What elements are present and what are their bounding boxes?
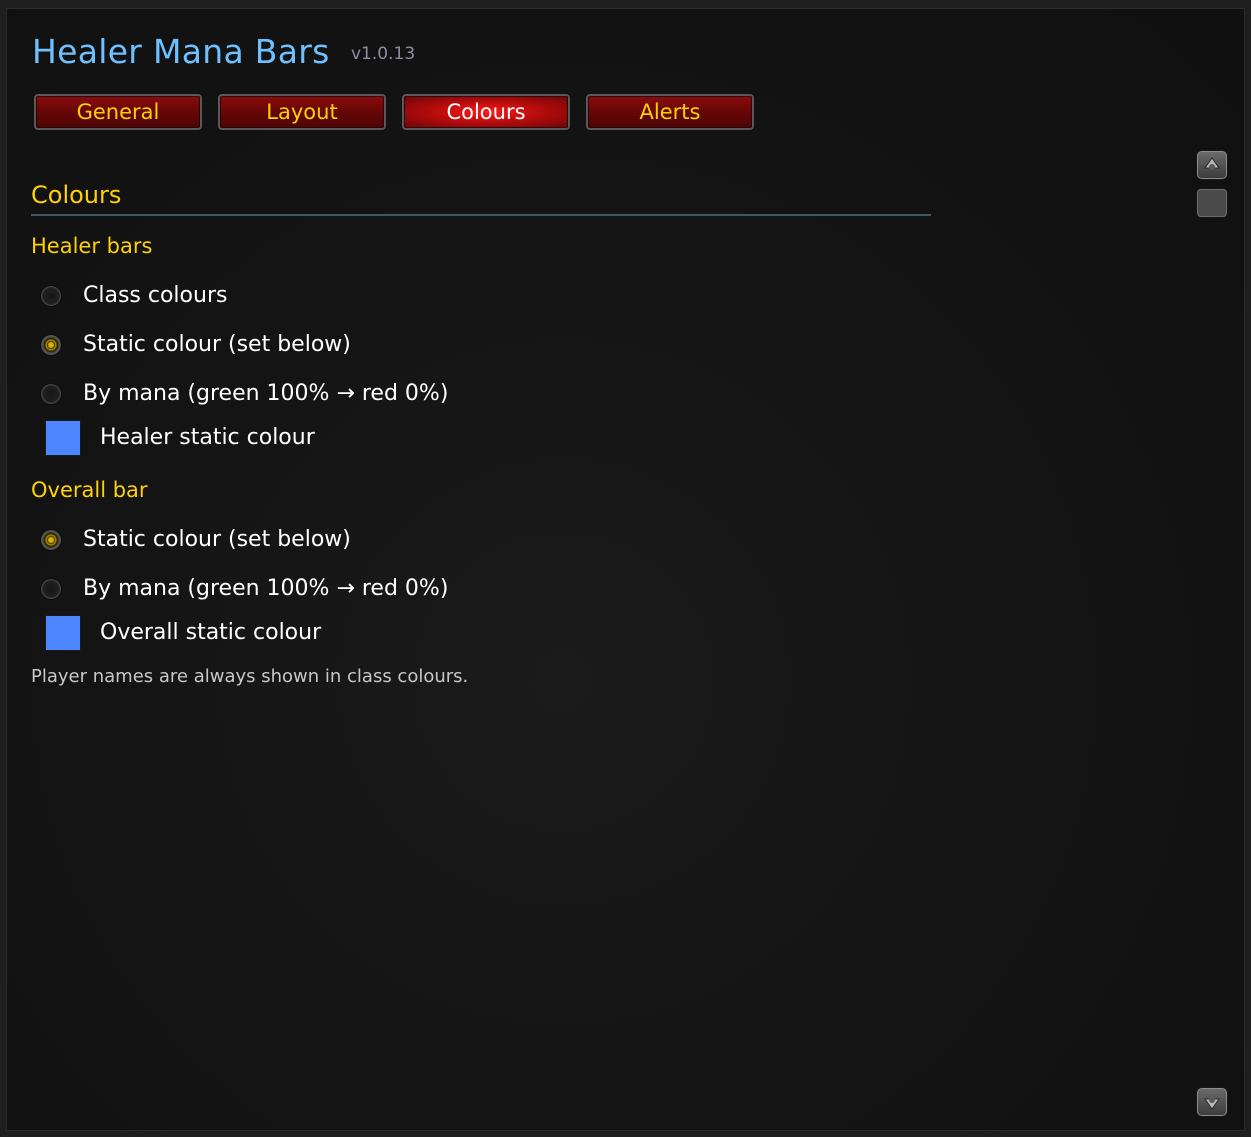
radio-button-checked-icon[interactable] xyxy=(41,335,61,355)
radio-button-icon[interactable] xyxy=(41,579,61,599)
tab-colours[interactable]: Colours xyxy=(402,94,570,130)
info-note: Player names are always shown in class c… xyxy=(31,666,469,687)
radio-button-icon[interactable] xyxy=(41,286,61,306)
scrollbar-thumb[interactable] xyxy=(1197,189,1227,217)
tab-layout[interactable]: Layout xyxy=(218,94,386,130)
healer-bars-heading: Healer bars xyxy=(31,234,153,258)
addon-options-window: Healer Mana Bars v1.0.13 General Layout … xyxy=(0,0,1251,1137)
scroll-down-button[interactable] xyxy=(1197,1088,1227,1116)
radio-label: By mana (green 100% → red 0%) xyxy=(83,381,449,406)
scroll-up-icon xyxy=(1204,157,1220,170)
colour-swatch[interactable] xyxy=(46,616,80,650)
colour-swatch[interactable] xyxy=(46,421,80,455)
overall-bar-heading: Overall bar xyxy=(31,478,148,502)
window-title: Healer Mana Bars xyxy=(32,32,330,71)
version-label: v1.0.13 xyxy=(351,44,416,64)
radio-label: Class colours xyxy=(83,283,228,308)
radio-button-checked-icon[interactable] xyxy=(41,530,61,550)
scroll-up-button[interactable] xyxy=(1197,151,1227,179)
radio-label: By mana (green 100% → red 0%) xyxy=(83,576,449,601)
tab-general[interactable]: General xyxy=(34,94,202,130)
radio-button-icon[interactable] xyxy=(41,384,61,404)
radio-label: Static colour (set below) xyxy=(83,332,351,357)
section-title: Colours xyxy=(31,181,122,209)
section-divider xyxy=(31,214,931,216)
swatch-label: Healer static colour xyxy=(100,425,315,450)
swatch-label: Overall static colour xyxy=(100,620,322,645)
tab-alerts[interactable]: Alerts xyxy=(586,94,754,130)
scroll-down-icon xyxy=(1204,1097,1220,1110)
radio-label: Static colour (set below) xyxy=(83,527,351,552)
